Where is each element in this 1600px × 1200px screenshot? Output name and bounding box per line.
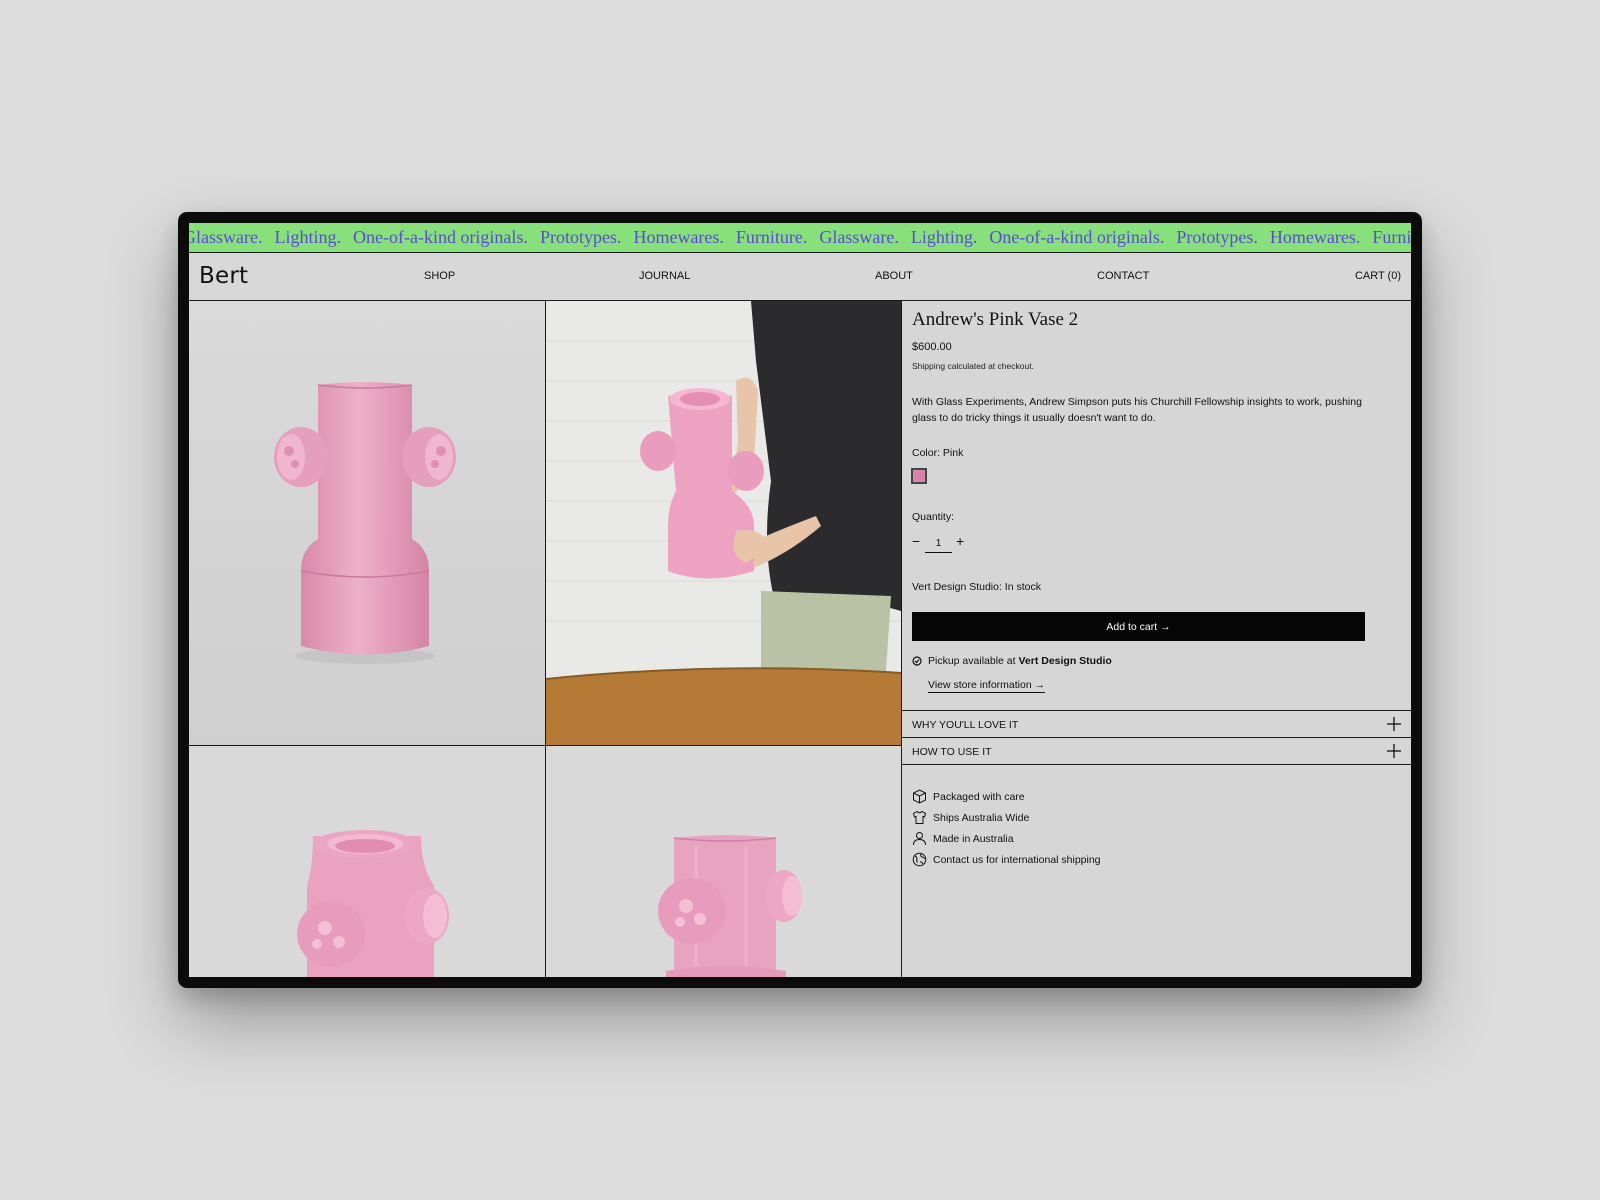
marquee-item: Furniture. (1372, 227, 1411, 247)
vase-lifestyle-image (546, 301, 901, 745)
accordion-why-love-it[interactable]: WHY YOU'LL LOVE IT (902, 711, 1411, 738)
feature-label: Ships Australia Wide (933, 812, 1030, 824)
vase-top-image (189, 746, 545, 977)
marquee-text: Glassware. Lighting. One-of-a-kind origina… (189, 223, 1411, 252)
gallery-image-lifestyle[interactable] (546, 301, 902, 746)
feature-label: Contact us for international shipping (933, 854, 1101, 866)
person-icon (913, 832, 926, 846)
announcement-marquee: Glassware. Lighting. One-of-a-kind origina… (189, 223, 1411, 253)
color-label: Color: Pink (912, 447, 964, 459)
marquee-item: Lighting. (910, 227, 978, 247)
pickup-store-name: Vert Design Studio (1018, 655, 1112, 667)
device-frame: Glassware. Lighting. One-of-a-kind origina… (178, 212, 1422, 988)
accordion-label: WHY YOU'LL LOVE IT (912, 719, 1019, 731)
pickup-availability: Pickup available at Vert Design Studio (928, 655, 1112, 667)
gallery-image-side[interactable] (546, 746, 902, 977)
nav-cart[interactable]: CART (0) (1355, 270, 1401, 282)
accordion-label: HOW TO USE IT (912, 746, 992, 758)
quantity-decrease-button[interactable]: − (912, 534, 920, 548)
product-gallery (189, 301, 902, 977)
nav-about[interactable]: ABOUT (875, 270, 913, 282)
globe-icon (912, 852, 927, 867)
product-title: Andrew's Pink Vase 2 (912, 309, 1079, 330)
marquee-item: Lighting. (274, 227, 341, 247)
site-header: Bert SHOP JOURNAL ABOUT CONTACT CART (0) (189, 253, 1411, 301)
plus-icon (1387, 744, 1401, 758)
marquee-item: Homewares. (1269, 227, 1361, 247)
marquee-item: Prototypes. (539, 227, 622, 247)
marquee-item: Glassware. (189, 227, 263, 247)
marquee-item: One-of-a-kind originals. (989, 227, 1165, 247)
check-circle-icon (912, 656, 922, 666)
site-logo[interactable]: Bert (199, 263, 248, 289)
browser-screen: Glassware. Lighting. One-of-a-kind origina… (189, 223, 1411, 977)
pickup-prefix: Pickup available at (928, 655, 1019, 667)
quantity-increase-button[interactable]: + (956, 534, 964, 548)
plus-icon (1387, 717, 1401, 731)
product-description: With Glass Experiments, Andrew Simpson p… (912, 396, 1362, 424)
feature-label: Made in Australia (933, 833, 1014, 845)
marquee-item: Furniture. (735, 227, 808, 247)
quantity-input[interactable] (925, 534, 952, 553)
quantity-label: Quantity: (912, 511, 955, 523)
accordion-divider (902, 710, 1411, 711)
vase-side-image (546, 746, 901, 977)
stock-status: Vert Design Studio: In stock (912, 581, 1041, 593)
shipping-note: Shipping calculated at checkout. (912, 361, 1034, 371)
vase-front-image (189, 301, 545, 745)
gallery-image-top[interactable] (189, 746, 546, 977)
feature-label: Packaged with care (933, 791, 1025, 803)
shirt-icon (912, 810, 927, 824)
product-price: $600.00 (912, 341, 952, 353)
product-info: Andrew's Pink Vase 2 $600.00 Shipping ca… (902, 301, 1411, 977)
view-store-info-link[interactable]: View store information → (928, 679, 1046, 693)
box-icon (913, 789, 926, 804)
product-main: Andrew's Pink Vase 2 $600.00 Shipping ca… (189, 301, 1411, 977)
nav-journal[interactable]: JOURNAL (639, 270, 690, 282)
marquee-item: Glassware. (819, 227, 899, 247)
marquee-item: One-of-a-kind originals. (352, 227, 528, 247)
gallery-image-front[interactable] (189, 301, 546, 746)
add-to-cart-button[interactable]: Add to cart → (912, 612, 1365, 641)
color-swatch-pink[interactable] (911, 468, 927, 484)
accordion-how-to-use[interactable]: HOW TO USE IT (902, 738, 1411, 765)
marquee-item: Prototypes. (1176, 227, 1258, 247)
nav-contact[interactable]: CONTACT (1097, 270, 1149, 282)
marquee-item: Homewares. (633, 227, 724, 247)
nav-shop[interactable]: SHOP (424, 270, 455, 282)
